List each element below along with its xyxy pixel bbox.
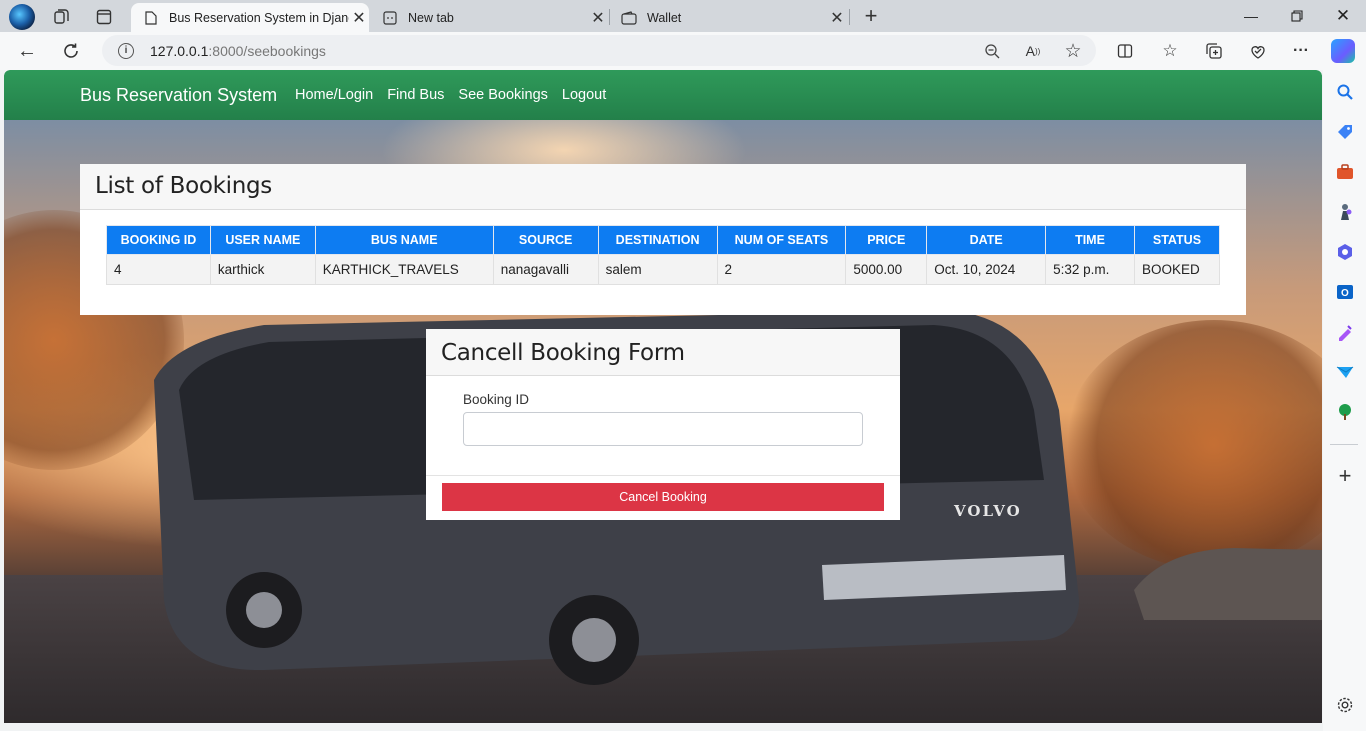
read-aloud-icon[interactable]: A)) — [1023, 42, 1043, 60]
tab-title: Bus Reservation System in Djang — [169, 10, 349, 25]
restore-button[interactable] — [1274, 0, 1320, 32]
svg-text:O: O — [1341, 288, 1349, 299]
address-bar[interactable]: i 127.0.0.1:8000/seebookings — [102, 35, 1096, 66]
minimize-button[interactable]: — — [1228, 0, 1274, 32]
search-icon[interactable] — [1335, 82, 1355, 102]
cell-source: nanagavalli — [492, 254, 599, 285]
url-text: 127.0.0.1:8000/seebookings — [150, 42, 326, 59]
zoom-out-icon[interactable] — [983, 42, 1001, 60]
cell-num-of-seats: 2 — [716, 254, 847, 285]
outlook-icon[interactable]: O — [1335, 282, 1355, 302]
col-bus-name: BUS NAME — [314, 225, 494, 255]
bookings-title: List of Bookings — [95, 173, 272, 199]
tab-wallet[interactable]: Wallet ✕ — [609, 3, 847, 32]
browser-toolbar: ← i 127.0.0.1:8000/seebookings A)) ☆ ☆ ·… — [0, 32, 1366, 70]
wallet-icon — [621, 10, 637, 26]
nav-see-bookings[interactable]: See Bookings — [458, 87, 547, 103]
nav-links: Home/Login Find Bus See Bookings Logout — [295, 87, 606, 103]
bus-badge: VOLVO — [953, 502, 1022, 520]
nav-logout[interactable]: Logout — [562, 87, 606, 103]
tab-strip: Bus Reservation System in Djang ✕ New ta… — [0, 0, 1366, 32]
collections-icon[interactable] — [1204, 41, 1224, 61]
games-chess-icon[interactable] — [1335, 202, 1355, 222]
copilot-icon[interactable] — [1331, 39, 1355, 63]
col-booking-id: BOOKING ID — [106, 225, 211, 255]
page-viewport: VOLVO Bus Reservation System Home/Login … — [4, 70, 1322, 723]
cell-booking-id: 4 — [106, 254, 211, 285]
designer-icon[interactable] — [1335, 322, 1355, 342]
close-window-button[interactable]: ✕ — [1320, 0, 1366, 32]
tab-title: New tab — [408, 10, 454, 25]
split-screen-icon[interactable] — [1115, 41, 1135, 61]
window-bottom-edge — [0, 723, 1323, 731]
col-num-of-seats: NUM OF SEATS — [716, 225, 847, 255]
tab-separator — [849, 9, 850, 25]
site-info-icon[interactable]: i — [118, 42, 134, 59]
col-destination: DESTINATION — [597, 225, 718, 255]
favorite-star-icon[interactable]: ☆ — [1063, 41, 1083, 62]
new-tab-page-icon — [382, 10, 398, 26]
col-date: DATE — [926, 225, 1047, 255]
cell-status: BOOKED — [1133, 254, 1221, 285]
cancel-booking-card: Cancell Booking Form Booking ID Cancel B… — [426, 329, 900, 520]
edge-sidebar: O + — [1323, 70, 1366, 731]
navbar-brand[interactable]: Bus Reservation System — [80, 85, 277, 106]
table-row: 4 karthick KARTHICK_TRAVELS nanagavalli … — [106, 254, 1221, 285]
add-sidebar-app-icon[interactable]: + — [1335, 463, 1355, 488]
favorites-icon[interactable]: ☆ — [1160, 41, 1180, 61]
more-menu-icon[interactable]: ··· — [1291, 41, 1311, 61]
col-source: SOURCE — [492, 225, 599, 255]
microsoft-365-icon[interactable] — [1335, 242, 1355, 262]
tab-title: Wallet — [647, 10, 682, 25]
col-status: STATUS — [1133, 225, 1221, 255]
tree-app-icon[interactable] — [1335, 402, 1355, 422]
cell-price: 5000.00 — [845, 254, 928, 285]
tools-briefcase-icon[interactable] — [1335, 162, 1355, 182]
tab-actions-icon[interactable] — [94, 7, 114, 27]
booking-id-input[interactable] — [463, 412, 863, 446]
table-header-row: BOOKING ID USER NAME BUS NAME SOURCE DES… — [106, 225, 1221, 255]
page-icon — [143, 10, 159, 26]
bookings-table: BOOKING ID USER NAME BUS NAME SOURCE DES… — [106, 225, 1221, 285]
col-user-name: USER NAME — [209, 225, 316, 255]
cancel-form-title: Cancell Booking Form — [441, 340, 685, 366]
settings-gear-icon[interactable] — [1335, 695, 1355, 715]
shopping-tag-icon[interactable] — [1335, 122, 1355, 142]
cell-date: Oct. 10, 2024 — [926, 254, 1047, 285]
cell-bus-name: KARTHICK_TRAVELS — [314, 254, 494, 285]
browser-essentials-icon[interactable] — [1248, 41, 1268, 61]
col-price: PRICE — [845, 225, 928, 255]
profile-avatar[interactable] — [9, 4, 35, 30]
new-tab-plus-icon[interactable]: + — [860, 3, 882, 28]
nav-home-login[interactable]: Home/Login — [295, 87, 373, 103]
close-icon[interactable]: ✕ — [349, 8, 369, 28]
bookings-card: List of Bookings BOOKING ID USER NAME BU… — [80, 164, 1246, 315]
workspaces-icon[interactable] — [52, 7, 72, 27]
cell-user-name: karthick — [209, 254, 316, 285]
tab-new-tab[interactable]: New tab ✕ — [370, 3, 608, 32]
tab-bus-reservation[interactable]: Bus Reservation System in Djang ✕ — [131, 3, 369, 32]
booking-id-label: Booking ID — [463, 392, 530, 407]
cancel-booking-button[interactable]: Cancel Booking — [442, 483, 884, 511]
send-share-icon[interactable] — [1335, 362, 1355, 382]
site-navbar: Bus Reservation System Home/Login Find B… — [4, 70, 1322, 120]
refresh-icon[interactable] — [60, 40, 82, 62]
close-icon[interactable]: ✕ — [588, 8, 608, 28]
nav-find-bus[interactable]: Find Bus — [387, 87, 444, 103]
bookings-card-header: List of Bookings — [80, 164, 1246, 210]
col-time: TIME — [1045, 225, 1135, 255]
cancel-card-header: Cancell Booking Form — [426, 329, 900, 376]
sidebar-divider — [1330, 444, 1358, 445]
back-arrow-icon[interactable]: ← — [16, 40, 38, 62]
cell-destination: salem — [597, 254, 718, 285]
close-icon[interactable]: ✕ — [827, 8, 847, 28]
form-divider — [426, 475, 900, 476]
cell-time: 5:32 p.m. — [1045, 254, 1135, 285]
